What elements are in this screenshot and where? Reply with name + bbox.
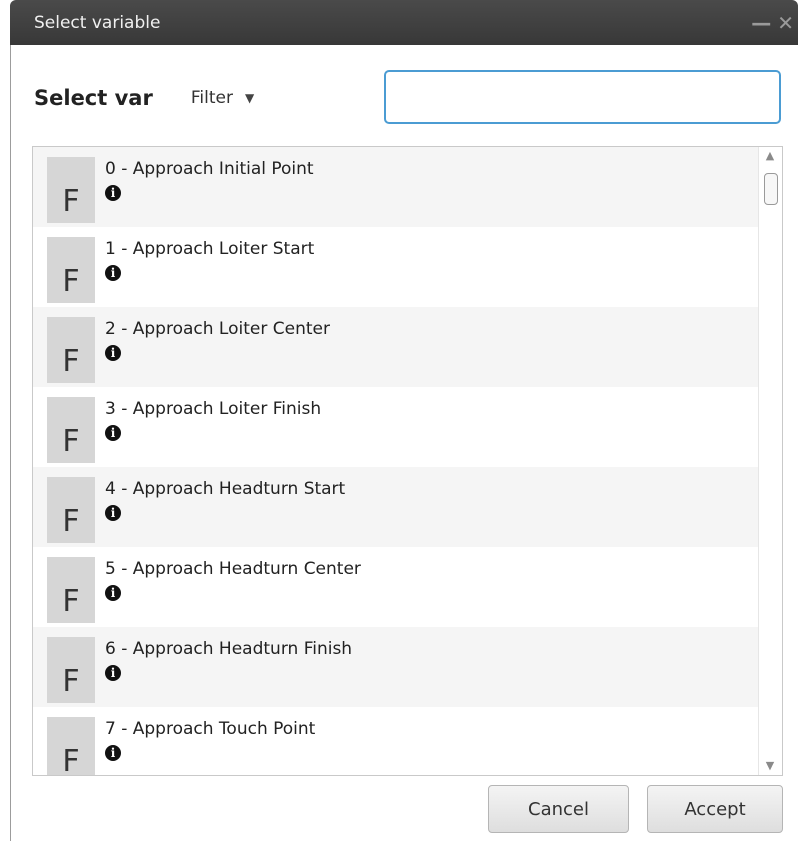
type-badge: F: [47, 477, 95, 543]
info-icon[interactable]: i: [105, 185, 121, 201]
item-label: 4 - Approach Headturn Start: [105, 479, 346, 499]
info-icon[interactable]: i: [105, 345, 121, 361]
list-item[interactable]: F 4 - Approach Headturn Start i: [33, 467, 758, 547]
list-item[interactable]: F 5 - Approach Headturn Center i: [33, 547, 758, 627]
item-label: 2 - Approach Loiter Center: [105, 319, 330, 339]
info-icon[interactable]: i: [105, 585, 121, 601]
type-badge: F: [47, 157, 95, 223]
type-badge: F: [47, 237, 95, 303]
filter-label: Filter: [190, 88, 233, 108]
window-title: Select variable: [34, 12, 161, 33]
window-titlebar: Select variable — ✕: [10, 0, 798, 45]
close-icon[interactable]: ✕: [777, 13, 794, 33]
caret-down-icon: ▼: [244, 91, 255, 105]
search-input[interactable]: [384, 70, 781, 124]
type-badge: F: [47, 397, 95, 463]
item-label: 0 - Approach Initial Point: [105, 159, 314, 179]
info-icon[interactable]: i: [105, 505, 121, 521]
type-badge: F: [47, 317, 95, 383]
dialog-heading: Select var: [34, 86, 153, 110]
accept-button[interactable]: Accept: [647, 785, 783, 833]
variable-list[interactable]: F 0 - Approach Initial Point i F 1 - App…: [32, 146, 783, 776]
info-icon[interactable]: i: [105, 265, 121, 281]
type-badge: F: [47, 557, 95, 623]
scroll-up-arrow-icon[interactable]: ▲: [759, 147, 781, 165]
cancel-button[interactable]: Cancel: [488, 785, 629, 833]
type-badge: F: [47, 717, 95, 775]
list-item[interactable]: F 0 - Approach Initial Point i: [33, 147, 758, 227]
info-icon[interactable]: i: [105, 425, 121, 441]
vertical-scrollbar[interactable]: ▲ ▼: [758, 147, 782, 775]
item-label: 6 - Approach Headturn Finish: [105, 639, 353, 659]
scroll-down-arrow-icon[interactable]: ▼: [759, 757, 781, 775]
list-item[interactable]: F 7 - Approach Touch Point i: [33, 707, 758, 775]
list-item[interactable]: F 3 - Approach Loiter Finish i: [33, 387, 758, 467]
list-item[interactable]: F 6 - Approach Headturn Finish i: [33, 627, 758, 707]
type-badge: F: [47, 637, 95, 703]
item-label: 7 - Approach Touch Point: [105, 719, 316, 739]
info-icon[interactable]: i: [105, 665, 121, 681]
minimize-icon[interactable]: —: [751, 13, 771, 33]
item-label: 1 - Approach Loiter Start: [105, 239, 315, 259]
info-icon[interactable]: i: [105, 745, 121, 761]
item-label: 3 - Approach Loiter Finish: [105, 399, 322, 419]
list-item[interactable]: F 2 - Approach Loiter Center i: [33, 307, 758, 387]
filter-dropdown[interactable]: Filter ▼: [191, 88, 254, 108]
item-label: 5 - Approach Headturn Center: [105, 559, 361, 579]
scrollbar-thumb[interactable]: [764, 173, 778, 205]
list-item[interactable]: F 1 - Approach Loiter Start i: [33, 227, 758, 307]
dialog-header: Select var Filter ▼: [34, 70, 254, 126]
